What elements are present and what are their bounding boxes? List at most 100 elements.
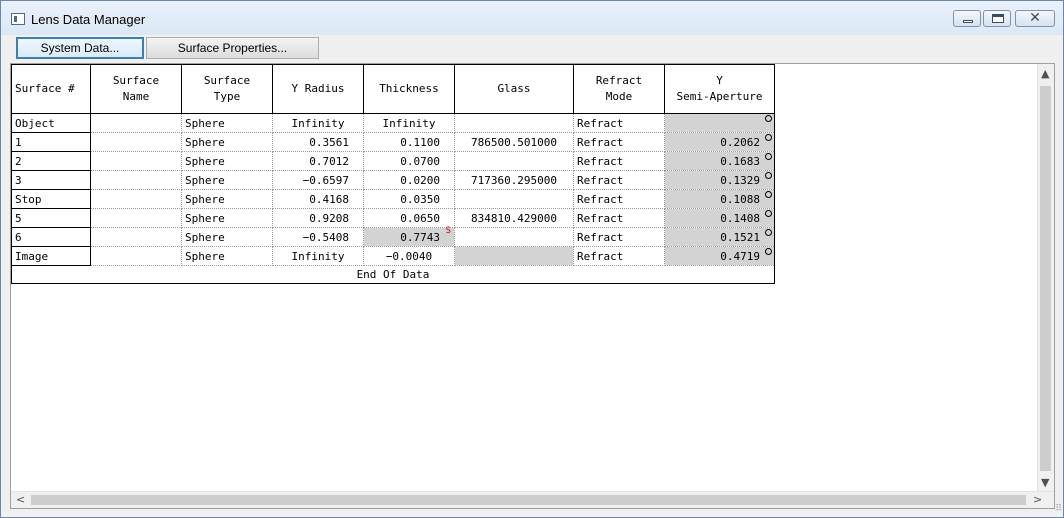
surface-name-cell[interactable] — [90, 189, 182, 209]
semi-aperture-value: 0.1683 — [720, 154, 760, 168]
glass-cell[interactable]: 786500.501000 — [454, 132, 574, 152]
surface-properties-button[interactable]: Surface Properties... — [146, 37, 319, 59]
glass-cell[interactable] — [454, 151, 574, 171]
semi-aperture-cell[interactable]: 0.1408 — [664, 208, 775, 228]
col-header-surface-num[interactable]: Surface # — [11, 64, 91, 114]
aperture-solve-icon[interactable] — [765, 172, 772, 179]
refract-mode-cell[interactable]: Refract — [573, 151, 665, 171]
refract-mode-cell[interactable]: Refract — [573, 170, 665, 190]
glass-cell[interactable] — [454, 246, 574, 266]
glass-cell[interactable]: 717360.295000 — [454, 170, 574, 190]
surface-type-cell[interactable]: Sphere — [181, 246, 273, 266]
surface-name-cell[interactable] — [90, 151, 182, 171]
aperture-solve-icon[interactable] — [765, 229, 772, 236]
y-radius-cell[interactable]: Infinity — [272, 113, 364, 133]
y-radius-cell[interactable]: 0.4168 — [272, 189, 364, 209]
y-radius-cell[interactable]: 0.7012 — [272, 151, 364, 171]
glass-cell[interactable]: 834810.429000 — [454, 208, 574, 228]
surface-num-cell[interactable]: 3 — [11, 170, 91, 190]
col-header-refract-mode[interactable]: Refract Mode — [573, 64, 665, 114]
horizontal-scroll-thumb[interactable] — [31, 495, 1026, 505]
thickness-cell[interactable]: Infinity — [363, 113, 455, 133]
scroll-down-icon[interactable]: ▼ — [1041, 477, 1049, 489]
semi-aperture-value: 0.1088 — [720, 192, 760, 206]
surface-num-cell[interactable]: Object — [11, 113, 91, 133]
refract-mode-cell[interactable]: Refract — [573, 189, 665, 209]
refract-mode-cell[interactable]: Refract — [573, 227, 665, 247]
surface-num-cell[interactable]: Stop — [11, 189, 91, 209]
thickness-cell[interactable]: 0.0700 — [363, 151, 455, 171]
thickness-cell[interactable]: 0.0350 — [363, 189, 455, 209]
horizontal-scrollbar[interactable]: < > — [11, 491, 1054, 508]
surface-name-cell[interactable] — [90, 227, 182, 247]
surface-type-cell[interactable]: Sphere — [181, 132, 273, 152]
maximize-button[interactable] — [983, 10, 1011, 27]
surface-num-cell[interactable]: 5 — [11, 208, 91, 228]
glass-cell[interactable] — [454, 113, 574, 133]
surface-num-cell[interactable]: 6 — [11, 227, 91, 247]
col-header-glass[interactable]: Glass — [454, 64, 574, 114]
surface-name-cell[interactable] — [90, 132, 182, 152]
surface-type-cell[interactable]: Sphere — [181, 170, 273, 190]
y-radius-cell[interactable]: 0.3561 — [272, 132, 364, 152]
semi-aperture-cell[interactable]: 0.1521 — [664, 227, 775, 247]
system-data-button[interactable]: System Data... — [16, 37, 144, 59]
aperture-solve-icon[interactable] — [765, 153, 772, 160]
aperture-solve-icon[interactable] — [765, 134, 772, 141]
surface-name-cell[interactable] — [90, 246, 182, 266]
col-header-surface-name[interactable]: Surface Name — [90, 64, 182, 114]
minimize-button[interactable] — [953, 10, 981, 27]
surface-type-cell[interactable]: Sphere — [181, 227, 273, 247]
surface-type-cell[interactable]: Sphere — [181, 208, 273, 228]
y-radius-cell[interactable]: −0.6597 — [272, 170, 364, 190]
surface-type-cell[interactable]: Sphere — [181, 189, 273, 209]
semi-aperture-cell[interactable]: 0.2062 — [664, 132, 775, 152]
thickness-cell[interactable]: 0.1100 — [363, 132, 455, 152]
surface-type-cell[interactable]: Sphere — [181, 151, 273, 171]
thickness-cell[interactable]: 0.0200 — [363, 170, 455, 190]
surface-num-cell[interactable]: Image — [11, 246, 91, 266]
col-header-surface-type[interactable]: Surface Type — [181, 64, 273, 114]
surface-name-cell[interactable] — [90, 170, 182, 190]
vertical-scrollbar[interactable]: ▲ ▼ — [1037, 64, 1054, 493]
maximize-icon — [992, 14, 1004, 23]
semi-aperture-cell[interactable] — [664, 113, 775, 133]
thickness-cell[interactable]: 0.7743 S — [363, 226, 455, 247]
aperture-solve-icon[interactable] — [765, 115, 772, 122]
col-header-y-radius[interactable]: Y Radius — [272, 64, 364, 114]
surface-name-cell[interactable] — [90, 113, 182, 133]
glass-cell[interactable] — [454, 227, 574, 247]
aperture-solve-icon[interactable] — [765, 210, 772, 217]
scroll-right-icon[interactable]: > — [1033, 494, 1042, 506]
thickness-cell[interactable]: −0.0040 — [363, 246, 455, 266]
surface-name-cell[interactable] — [90, 208, 182, 228]
y-radius-cell[interactable]: −0.5408 — [272, 227, 364, 247]
scroll-up-icon[interactable]: ▲ — [1041, 68, 1049, 80]
semi-aperture-cell[interactable]: 0.1329 — [664, 170, 775, 190]
refract-mode-cell[interactable]: Refract — [573, 208, 665, 228]
surface-num-cell[interactable]: 1 — [11, 132, 91, 152]
refract-mode-cell[interactable]: Refract — [573, 132, 665, 152]
semi-aperture-cell[interactable]: 0.4719 — [664, 246, 775, 266]
aperture-solve-icon[interactable] — [765, 248, 772, 255]
semi-aperture-cell[interactable]: 0.1683 — [664, 151, 775, 171]
thickness-cell[interactable]: 0.0650 — [363, 208, 455, 228]
scroll-left-icon[interactable]: < — [16, 494, 25, 506]
app-icon — [11, 13, 25, 25]
resize-grip-icon[interactable]: ⠿ — [1048, 502, 1062, 516]
surface-num-cell[interactable]: 2 — [11, 151, 91, 171]
refract-mode-cell[interactable]: Refract — [573, 113, 665, 133]
aperture-solve-icon[interactable] — [765, 191, 772, 198]
col-header-thickness[interactable]: Thickness — [363, 64, 455, 114]
refract-mode-cell[interactable]: Refract — [573, 246, 665, 266]
close-button[interactable]: ✕ — [1015, 10, 1055, 27]
semi-aperture-cell[interactable]: 0.1088 — [664, 189, 775, 209]
lens-data-table: Surface # Surface Name Surface Type Y Radi… — [11, 64, 775, 284]
surface-type-cell[interactable]: Sphere — [181, 113, 273, 133]
col-header-semi-aperture[interactable]: Y Semi-Aperture — [664, 64, 775, 114]
vertical-scroll-thumb[interactable] — [1040, 86, 1051, 471]
y-radius-cell[interactable]: 0.9208 — [272, 208, 364, 228]
glass-cell[interactable] — [454, 189, 574, 209]
y-radius-cell[interactable]: Infinity — [272, 246, 364, 266]
minimize-icon — [963, 20, 973, 23]
